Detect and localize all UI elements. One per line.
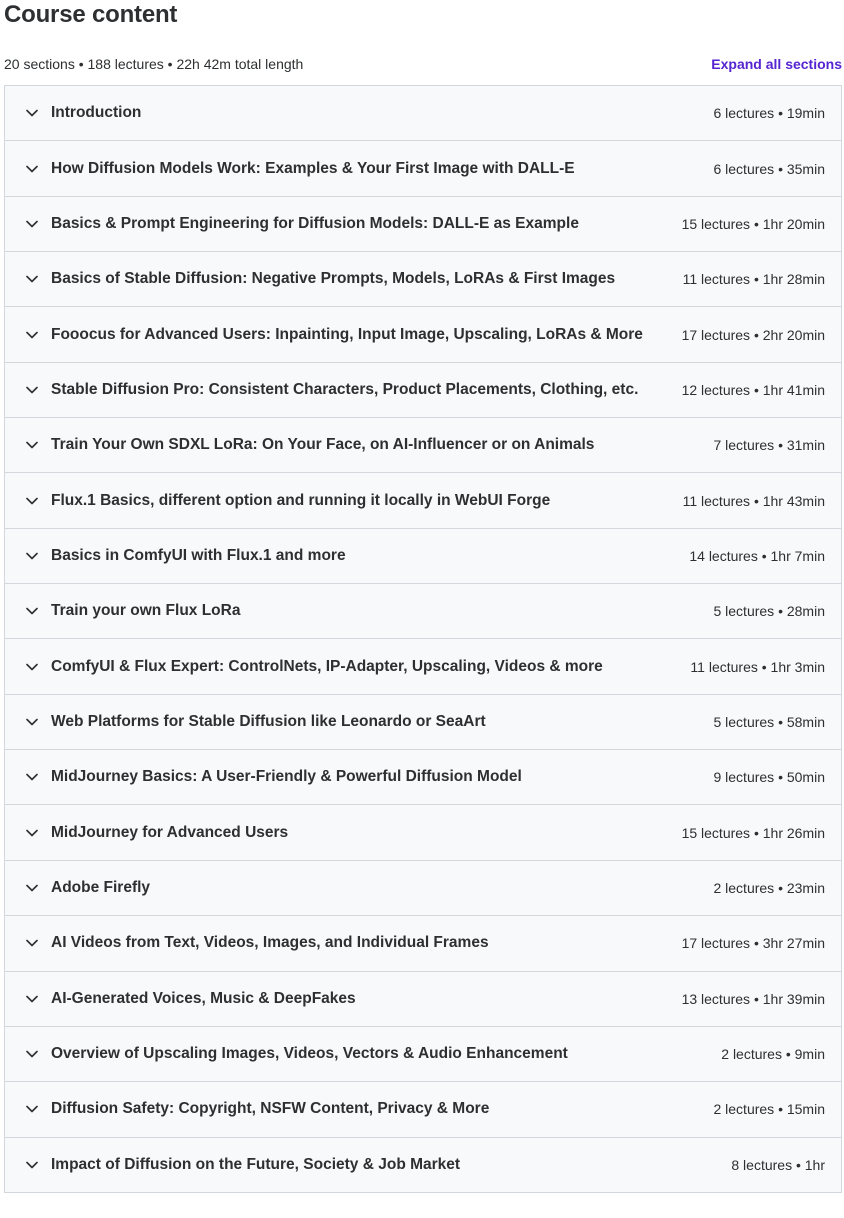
section-title: How Diffusion Models Work: Examples & Yo… xyxy=(51,159,575,177)
chevron-down-icon xyxy=(25,1047,39,1061)
section-header-15[interactable]: Adobe Firefly 2 lectures • 23min xyxy=(5,860,841,917)
sections-list: Introduction 6 lectures • 19min How Diff… xyxy=(4,85,842,1193)
chevron-down-icon xyxy=(25,660,39,674)
section-title: AI-Generated Voices, Music & DeepFakes xyxy=(51,989,356,1007)
chevron-down-icon xyxy=(25,604,39,618)
section-header-4[interactable]: Basics of Stable Diffusion: Negative Pro… xyxy=(5,252,841,308)
section-title: Train your own Flux LoRa xyxy=(51,602,241,620)
section-header-8[interactable]: Flux.1 Basics, different option and runn… xyxy=(5,473,841,529)
section-meta: 13 lectures • 1hr 39min xyxy=(681,990,825,1007)
section-header-12[interactable]: Web Platforms for Stable Diffusion like … xyxy=(5,694,841,751)
section-title: MidJourney Basics: A User-Friendly & Pow… xyxy=(51,768,522,786)
section-title: Basics in ComfyUI with Flux.1 and more xyxy=(51,546,346,564)
chevron-down-icon xyxy=(25,992,39,1006)
section-meta: 11 lectures • 1hr 28min xyxy=(682,271,825,288)
section-title: MidJourney for Advanced Users xyxy=(51,823,289,841)
section-header-16[interactable]: AI Videos from Text, Videos, Images, and… xyxy=(5,916,841,972)
section-meta: 2 lectures • 9min xyxy=(721,1046,825,1063)
section-title: Overview of Upscaling Images, Videos, Ve… xyxy=(51,1045,568,1063)
section-header-2[interactable]: How Diffusion Models Work: Examples & Yo… xyxy=(5,141,841,197)
section-header-7[interactable]: Train Your Own SDXL LoRa: On Your Face, … xyxy=(5,418,841,474)
chevron-down-icon xyxy=(25,549,39,563)
chevron-down-icon xyxy=(25,770,39,784)
section-title: Basics of Stable Diffusion: Negative Pro… xyxy=(51,270,616,288)
chevron-down-icon xyxy=(25,162,39,176)
section-meta: 9 lectures • 50min xyxy=(713,769,825,786)
chevron-down-icon xyxy=(25,328,39,342)
section-header-10[interactable]: Train your own Flux LoRa 5 lectures • 28… xyxy=(5,584,841,640)
chevron-down-icon xyxy=(25,383,39,397)
section-meta: 7 lectures • 31min xyxy=(713,437,825,454)
section-meta: 11 lectures • 1hr 43min xyxy=(682,492,825,509)
section-header-19[interactable]: Diffusion Safety: Copyright, NSFW Conten… xyxy=(5,1082,841,1138)
section-header-20[interactable]: Impact of Diffusion on the Future, Socie… xyxy=(5,1137,841,1193)
section-meta: 17 lectures • 2hr 20min xyxy=(681,326,825,343)
chevron-down-icon xyxy=(25,881,39,895)
chevron-down-icon xyxy=(25,936,39,950)
section-header-5[interactable]: Fooocus for Advanced Users: Inpainting, … xyxy=(5,307,841,363)
section-title: Fooocus for Advanced Users: Inpainting, … xyxy=(51,325,643,343)
section-meta: 2 lectures • 15min xyxy=(713,1101,825,1118)
section-header-3[interactable]: Basics & Prompt Engineering for Diffusio… xyxy=(5,196,841,253)
section-title: Stable Diffusion Pro: Consistent Charact… xyxy=(51,380,639,398)
section-meta: 5 lectures • 28min xyxy=(713,603,825,620)
section-meta: 11 lectures • 1hr 3min xyxy=(690,658,825,675)
section-meta: 15 lectures • 1hr 26min xyxy=(681,824,825,841)
section-header-1[interactable]: Introduction 6 lectures • 19min xyxy=(5,86,841,142)
section-header-13[interactable]: MidJourney Basics: A User-Friendly & Pow… xyxy=(5,750,841,806)
section-header-11[interactable]: ComfyUI & Flux Expert: ControlNets, IP-A… xyxy=(5,639,841,695)
section-meta: 6 lectures • 19min xyxy=(713,105,825,122)
section-meta: 12 lectures • 1hr 41min xyxy=(681,381,825,398)
section-title: Train Your Own SDXL LoRa: On Your Face, … xyxy=(51,436,595,454)
section-header-14[interactable]: MidJourney for Advanced Users 15 lecture… xyxy=(5,805,841,861)
chevron-down-icon xyxy=(25,494,39,508)
section-meta: 15 lectures • 1hr 20min xyxy=(681,215,825,232)
section-meta: 2 lectures • 23min xyxy=(713,879,825,896)
chevron-down-icon xyxy=(25,272,39,286)
section-header-9[interactable]: Basics in ComfyUI with Flux.1 and more 1… xyxy=(5,528,841,585)
section-header-6[interactable]: Stable Diffusion Pro: Consistent Charact… xyxy=(5,362,841,419)
section-header-17[interactable]: AI-Generated Voices, Music & DeepFakes 1… xyxy=(5,971,841,1027)
section-header-18[interactable]: Overview of Upscaling Images, Videos, Ve… xyxy=(5,1026,841,1083)
chevron-down-icon xyxy=(25,1158,39,1172)
chevron-down-icon xyxy=(25,217,39,231)
section-title: Web Platforms for Stable Diffusion like … xyxy=(51,712,486,730)
chevron-down-icon xyxy=(25,715,39,729)
section-title: Basics & Prompt Engineering for Diffusio… xyxy=(51,214,579,232)
section-title: Impact of Diffusion on the Future, Socie… xyxy=(51,1155,461,1173)
section-meta: 6 lectures • 35min xyxy=(713,160,825,177)
course-summary: 20 sections • 188 lectures • 22h 42m tot… xyxy=(4,56,304,72)
section-meta: 14 lectures • 1hr 7min xyxy=(689,547,825,564)
section-title: ComfyUI & Flux Expert: ControlNets, IP-A… xyxy=(51,657,603,675)
section-meta: 5 lectures • 58min xyxy=(713,713,825,730)
section-title: Adobe Firefly xyxy=(51,878,151,896)
chevron-down-icon xyxy=(25,826,39,840)
chevron-down-icon xyxy=(25,106,39,120)
chevron-down-icon xyxy=(25,1102,39,1116)
section-title: Flux.1 Basics, different option and runn… xyxy=(51,491,551,509)
section-meta: 17 lectures • 3hr 27min xyxy=(681,935,825,952)
page-title: Course content xyxy=(4,1,178,28)
expand-all-sections-button[interactable]: Expand all sections xyxy=(711,56,842,72)
section-title: Diffusion Safety: Copyright, NSFW Conten… xyxy=(51,1100,490,1118)
section-title: AI Videos from Text, Videos, Images, and… xyxy=(51,934,489,952)
chevron-down-icon xyxy=(25,438,39,452)
section-title: Introduction xyxy=(51,104,142,122)
course-summary-row: 20 sections • 188 lectures • 22h 42m tot… xyxy=(4,54,842,74)
section-meta: 8 lectures • 1hr xyxy=(731,1156,825,1173)
